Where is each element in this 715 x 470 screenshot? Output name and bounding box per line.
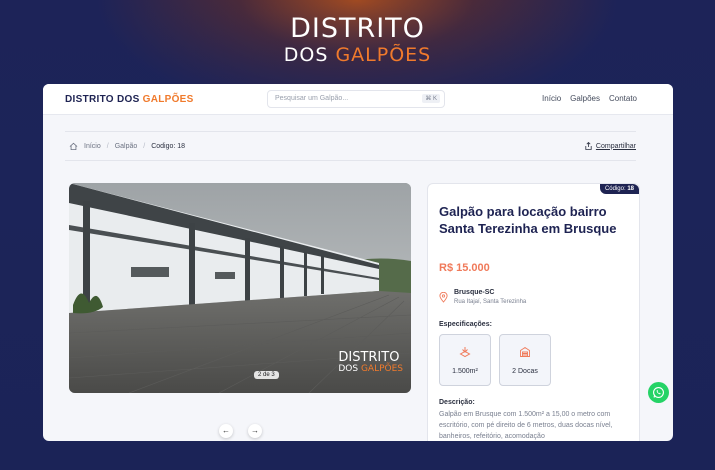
- hero-logo: DISTRITO DOS GALPÕES: [0, 13, 715, 67]
- listing-city: Brusque-SC: [454, 289, 495, 296]
- arrow-right-icon: →: [251, 426, 259, 435]
- search-input[interactable]: Pesquisar um Galpão... ⌘ K: [267, 90, 445, 108]
- spec-area-value: 1.500m²: [452, 368, 478, 375]
- whatsapp-icon: [653, 387, 664, 398]
- share-icon: [585, 142, 592, 150]
- main-card: DISTRITO DOS GALPÕES Pesquisar um Galpão…: [43, 84, 673, 441]
- breadcrumb-separator: /: [143, 143, 146, 150]
- navbar: DISTRITO DOS GALPÕES Pesquisar um Galpão…: [43, 84, 673, 115]
- breadcrumb-home[interactable]: Início: [84, 143, 101, 150]
- nav-link-inicio[interactable]: Início: [542, 94, 561, 103]
- breadcrumb-section[interactable]: Galpão: [115, 143, 138, 150]
- specs-title: Especificações:: [439, 321, 492, 328]
- hero-logo-line1: DISTRITO: [290, 13, 425, 44]
- share-button[interactable]: Compartilhar: [585, 142, 636, 150]
- main-menu: Início Galpões Contato: [542, 94, 637, 103]
- breadcrumb-bar: Início / Galpão / Codigo: 18 Compartilha…: [65, 131, 636, 161]
- area-icon: [459, 347, 471, 358]
- nav-link-contato[interactable]: Contato: [609, 94, 637, 103]
- listing-title: Galpão para locação bairro Santa Terezin…: [439, 204, 617, 236]
- brand-logo[interactable]: DISTRITO DOS GALPÕES: [65, 94, 194, 105]
- spec-area: 1.500m²: [439, 334, 491, 386]
- home-icon: [69, 142, 78, 151]
- description-title: Descrição:: [439, 399, 475, 406]
- whatsapp-button[interactable]: [648, 382, 669, 403]
- gallery-next-button[interactable]: →: [248, 424, 262, 438]
- description-text: Galpão em Brusque com 1.500m² a 15,00 o …: [439, 411, 613, 440]
- dock-icon: [520, 346, 530, 357]
- spec-docks-value: 2 Docas: [512, 368, 538, 375]
- code-badge: Código: 18: [599, 184, 639, 194]
- listing-address: Rua Itajaí, Santa Terezinha: [454, 299, 527, 305]
- breadcrumb-current: Codigo: 18: [151, 143, 186, 150]
- photo-watermark: DISTRITO DOS GALPÕES: [338, 350, 403, 374]
- hero-logo-line2: DOS GALPÕES: [283, 44, 432, 66]
- listing-info-panel: Código: 18 Galpão para locação bairro Sa…: [427, 183, 640, 441]
- nav-link-galpoes[interactable]: Galpões: [570, 94, 600, 103]
- spec-docks: 2 Docas: [499, 334, 551, 386]
- gallery-image[interactable]: 2 de 3 DISTRITO DOS GALPÕES: [69, 183, 411, 393]
- gallery-prev-button[interactable]: ←: [219, 424, 233, 438]
- breadcrumb-separator: /: [106, 143, 109, 150]
- location-pin-icon: [439, 292, 448, 303]
- share-label: Compartilhar: [595, 142, 636, 150]
- gallery-counter: 2 de 3: [254, 371, 279, 379]
- listing-price: R$ 15.000: [439, 262, 490, 274]
- breadcrumb: Início / Galpão / Codigo: 18: [69, 142, 185, 151]
- search-placeholder: Pesquisar um Galpão...: [275, 95, 349, 102]
- search-shortcut-badge: ⌘ K: [422, 94, 440, 103]
- arrow-left-icon: ←: [222, 426, 230, 435]
